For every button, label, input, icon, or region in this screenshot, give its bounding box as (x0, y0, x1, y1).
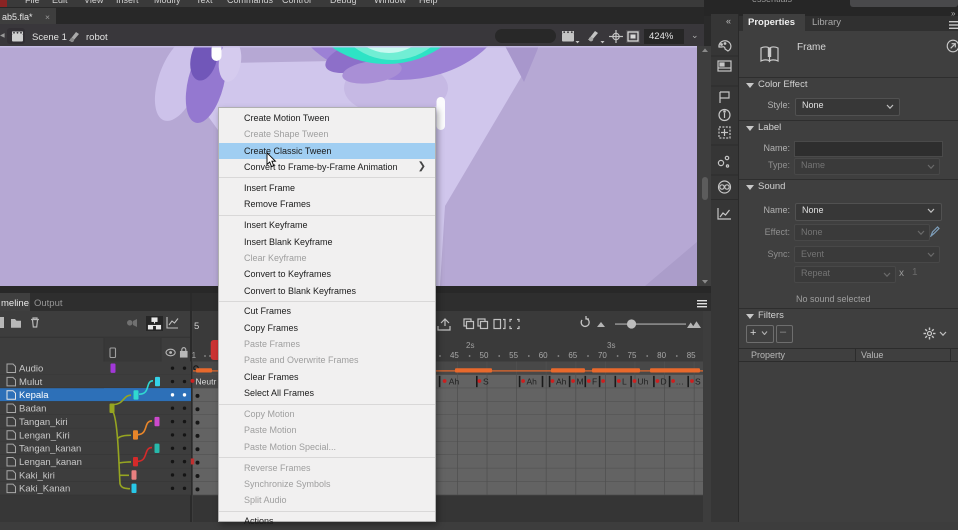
svg-text:M: M (577, 376, 584, 386)
svg-text:50: 50 (480, 351, 489, 360)
svg-text:Neutr: Neutr (196, 376, 217, 386)
svg-text:1: 1 (192, 351, 197, 360)
svg-text:Lengan_Kiri: Lengan_Kiri (19, 430, 70, 441)
svg-text:75: 75 (628, 351, 637, 360)
svg-text:F: F (592, 376, 597, 386)
svg-text:L: L (622, 376, 627, 386)
svg-text:70: 70 (598, 351, 607, 360)
svg-text:Kaki_kiri: Kaki_kiri (19, 470, 55, 481)
svg-text:Ah: Ah (449, 376, 460, 386)
svg-text:65: 65 (568, 351, 577, 360)
svg-text:Tangan_kiri: Tangan_kiri (19, 417, 68, 428)
svg-text:Mulut: Mulut (19, 377, 43, 388)
svg-text:Kaki_Kanan: Kaki_Kanan (19, 484, 70, 495)
svg-text:Kepala: Kepala (19, 390, 49, 401)
svg-text:5: 5 (194, 321, 199, 332)
svg-text:2s: 2s (466, 341, 474, 350)
svg-text:S: S (695, 376, 701, 386)
svg-text:Audio: Audio (19, 364, 43, 375)
svg-text:Ah: Ah (556, 376, 567, 386)
svg-text:Ah: Ah (527, 376, 538, 386)
svg-text:Output: Output (34, 298, 63, 309)
svg-text:45: 45 (450, 351, 459, 360)
svg-text:Tangan_kanan: Tangan_kanan (19, 444, 81, 455)
svg-text:85: 85 (687, 351, 696, 360)
svg-text:«: « (726, 16, 731, 26)
svg-text:…: … (676, 376, 685, 386)
svg-text:meline: meline (1, 298, 29, 309)
svg-text:80: 80 (657, 351, 666, 360)
svg-text:Lengan_kanan: Lengan_kanan (19, 457, 82, 468)
svg-text:D: D (661, 376, 667, 386)
svg-text:Uh: Uh (638, 376, 649, 386)
svg-text:S: S (483, 376, 489, 386)
svg-text:Badan: Badan (19, 404, 46, 415)
svg-text:55: 55 (509, 351, 518, 360)
svg-text:3s: 3s (607, 341, 615, 350)
svg-text:60: 60 (539, 351, 548, 360)
